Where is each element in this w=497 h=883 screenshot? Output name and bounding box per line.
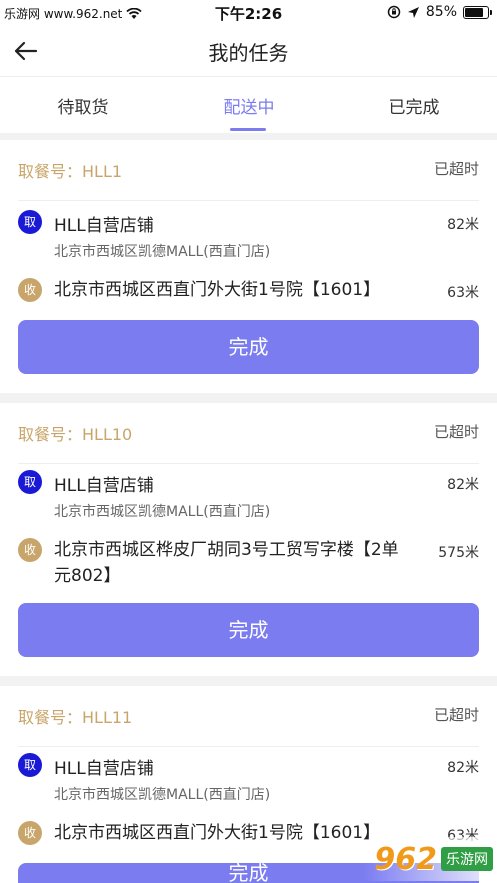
- order-number: 取餐号：HLL1: [18, 162, 123, 181]
- complete-button[interactable]: 完成: [18, 603, 479, 657]
- page-title: 我的任务: [208, 41, 289, 65]
- status-right: 85%: [387, 4, 492, 20]
- order-status: 已超时: [433, 706, 479, 724]
- tab-to-pickup[interactable]: 待取货: [0, 93, 166, 118]
- shop-address: 北京市西城区凯德MALL(西直门店): [54, 244, 271, 260]
- watermark-text: 乐游网: [441, 847, 493, 871]
- destination-address: 北京市西城区桦皮厂胡同3号工贸写字楼【2单元802】: [54, 540, 399, 586]
- shop-address: 北京市西城区凯德MALL(西直门店): [54, 787, 271, 803]
- receive-badge: 收: [18, 278, 42, 302]
- order-card-header: 取餐号：HLL11 已超时: [18, 686, 479, 747]
- order-status: 已超时: [433, 160, 479, 178]
- site-watermark-logo: 962 乐游网: [363, 837, 493, 881]
- order-number: 取餐号：HLL10: [18, 425, 133, 444]
- pickup-badge: 取: [18, 753, 42, 777]
- watermark-number: 962: [374, 841, 437, 877]
- battery-icon: [463, 5, 492, 19]
- shop-address: 北京市西城区凯德MALL(西直门店): [54, 504, 271, 520]
- complete-button[interactable]: 完成: [18, 320, 479, 374]
- complete-button-label: 完成: [228, 863, 269, 883]
- pickup-badge: 取: [18, 210, 42, 234]
- shop-distance: 82米: [447, 760, 479, 776]
- shop-name: HLL自营店铺: [54, 476, 154, 496]
- receive-badge: 收: [18, 821, 42, 845]
- destination-distance: 63米: [447, 285, 479, 301]
- shop-distance: 82米: [447, 217, 479, 233]
- receive-badge: 收: [18, 538, 42, 562]
- shop-name: HLL自营店铺: [54, 759, 154, 779]
- order-status: 已超时: [433, 423, 479, 441]
- order-card-header: 取餐号：HLL10 已超时: [18, 403, 479, 464]
- destination-address: 北京市西城区西直门外大街1号院【1601】: [54, 823, 381, 843]
- order-number: 取餐号：HLL11: [18, 708, 133, 727]
- tab-bar: 待取货 配送中 已完成: [0, 76, 497, 133]
- order-card-header: 取餐号：HLL1 已超时: [18, 140, 479, 201]
- rotation-lock-icon: [387, 5, 401, 19]
- location-icon: [407, 6, 419, 18]
- active-tab-indicator: [230, 128, 266, 131]
- order-card: 取餐号：HLL10 已超时 取 HLL自营店铺 82米 北京市西城区凯德MALL…: [0, 403, 497, 676]
- nav-bar: 我的任务: [0, 26, 497, 76]
- shop-distance: 82米: [447, 477, 479, 493]
- destination-distance: 575米: [438, 545, 479, 561]
- status-bar: 乐游网 www.962.net 下午2:26 85%: [0, 0, 497, 26]
- tab-completed[interactable]: 已完成: [331, 93, 497, 118]
- destination-address: 北京市西城区西直门外大街1号院【1601】: [54, 280, 381, 300]
- battery-percent: 85%: [425, 4, 457, 20]
- order-card: 取餐号：HLL1 已超时 取 HLL自营店铺 82米 北京市西城区凯德MALL(…: [0, 140, 497, 393]
- tab-delivering[interactable]: 配送中: [166, 93, 332, 118]
- shop-name: HLL自营店铺: [54, 216, 154, 236]
- pickup-badge: 取: [18, 470, 42, 494]
